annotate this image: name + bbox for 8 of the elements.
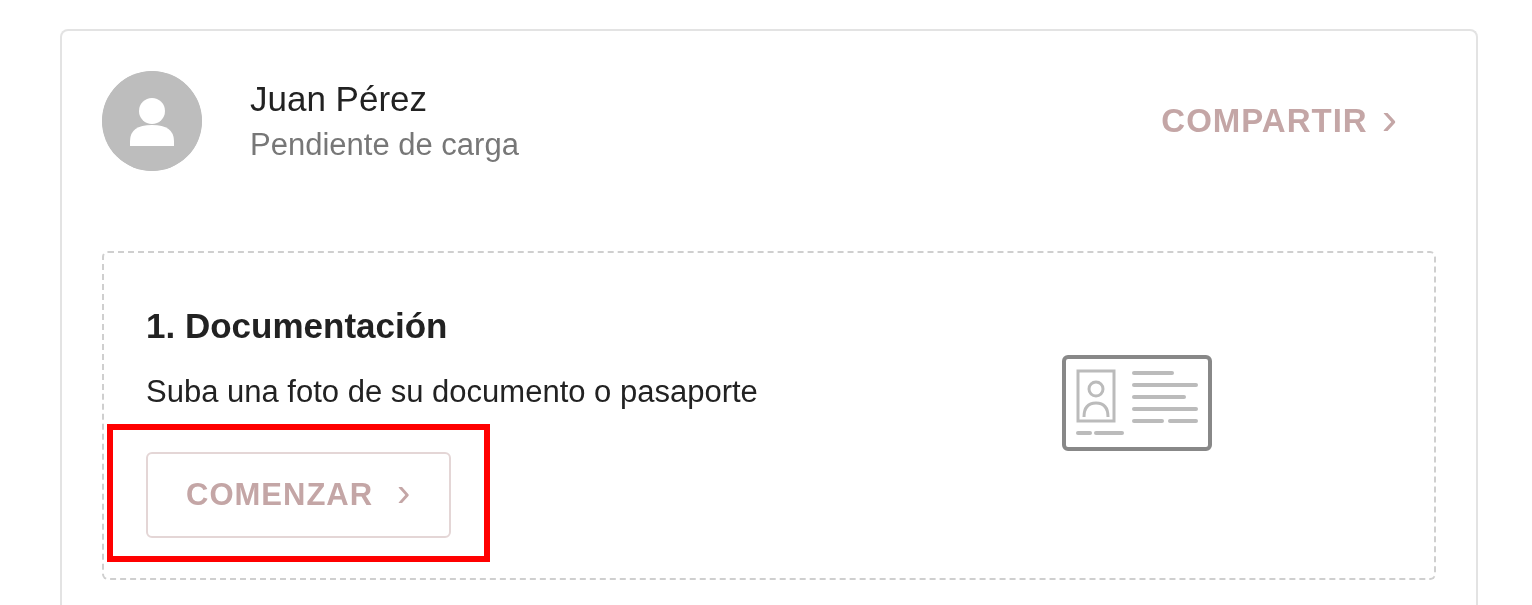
start-button[interactable]: COMENZAR › [146,451,452,538]
step-title: 1. Documentación [146,305,449,347]
profile-status: Pendiente de carga [250,126,520,164]
profile-name: Juan Pérez [250,78,429,121]
share-link[interactable]: COMPARTIR › [1161,96,1398,146]
avatar-icon [102,71,202,171]
step-description: Suba una foto de su documento o pasaporte [146,373,758,411]
id-card-icon [1062,355,1212,451]
